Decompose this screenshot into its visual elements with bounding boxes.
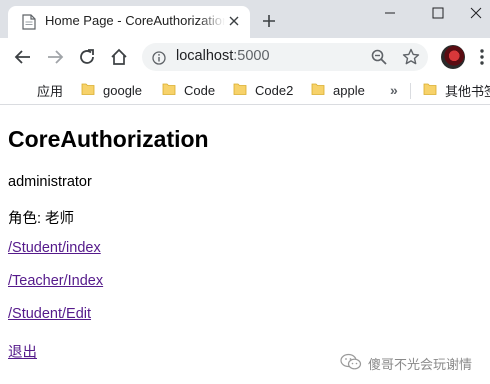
new-tab-button[interactable] [259, 11, 279, 31]
bookmark-apps[interactable]: 应用 [15, 80, 63, 100]
link-student-edit[interactable]: /Student/Edit [8, 306, 91, 322]
url-text: localhost:5000 [176, 48, 270, 64]
home-icon[interactable] [108, 46, 130, 68]
browser-toolbar: localhost:5000 [0, 38, 490, 76]
username-text: administrator [8, 174, 92, 190]
close-window-button[interactable] [462, 0, 490, 26]
close-icon[interactable] [224, 11, 244, 31]
bookmarks-divider [410, 83, 411, 99]
tab-home-page[interactable]: Home Page - CoreAuthorization [8, 6, 250, 38]
chevron-double-right-icon: » [390, 82, 398, 98]
bookmark-star-icon[interactable] [402, 48, 420, 66]
logout-link[interactable]: 退出 [8, 345, 37, 361]
page-title: CoreAuthorization [8, 126, 209, 152]
tab-strip: Home Page - CoreAuthorization [0, 0, 490, 38]
bookmark-label: 应用 [37, 83, 64, 99]
url-host: localhost [176, 48, 234, 64]
forward-arrow-icon[interactable] [44, 46, 66, 68]
profile-avatar[interactable] [441, 45, 465, 69]
folder-icon [311, 82, 325, 99]
apps-grid-icon [15, 83, 29, 97]
link-teacher-index[interactable]: /Teacher/Index [8, 273, 103, 289]
maximize-button[interactable] [416, 0, 460, 26]
role-text: 角色: 老师 [8, 211, 75, 227]
minimize-button[interactable] [368, 0, 412, 26]
bookmark-label: Code2 [255, 82, 294, 98]
folder-icon [162, 82, 176, 99]
bookmark-folder-google[interactable]: google [81, 80, 142, 100]
bookmark-folder-code2[interactable]: Code2 [233, 80, 293, 100]
link-student-index[interactable]: /Student/index [8, 240, 101, 256]
bookmarks-bar: 应用 google Code Code2 apple » 其他书签 [0, 76, 490, 105]
tab-title: Home Page - CoreAuthorization [45, 13, 225, 28]
bookmark-label: 其他书签 [445, 83, 490, 99]
bookmark-label: apple [333, 82, 365, 98]
bookmark-label: Code [184, 82, 216, 98]
back-arrow-icon[interactable] [12, 46, 34, 68]
document-icon [22, 14, 36, 30]
watermark-text: 傻哥不光会玩谢情 [368, 357, 473, 372]
zoom-icon[interactable] [370, 48, 388, 66]
reload-icon[interactable] [76, 46, 98, 68]
bookmark-folder-apple[interactable]: apple [311, 80, 365, 100]
folder-icon [423, 82, 437, 99]
wechat-watermark: 傻哥不光会玩谢情 [340, 353, 472, 374]
bookmarks-overflow-button[interactable]: » [390, 80, 398, 100]
info-icon[interactable] [152, 50, 166, 65]
bookmark-folder-code[interactable]: Code [162, 80, 215, 100]
more-menu-icon[interactable] [475, 47, 489, 67]
folder-icon [233, 82, 247, 99]
bookmark-folder-other[interactable]: 其他书签 [423, 80, 490, 100]
wechat-icon [340, 353, 362, 374]
url-port: :5000 [233, 48, 270, 64]
address-bar[interactable]: localhost:5000 [142, 43, 428, 71]
folder-icon [81, 82, 95, 99]
bookmark-label: google [103, 82, 143, 98]
